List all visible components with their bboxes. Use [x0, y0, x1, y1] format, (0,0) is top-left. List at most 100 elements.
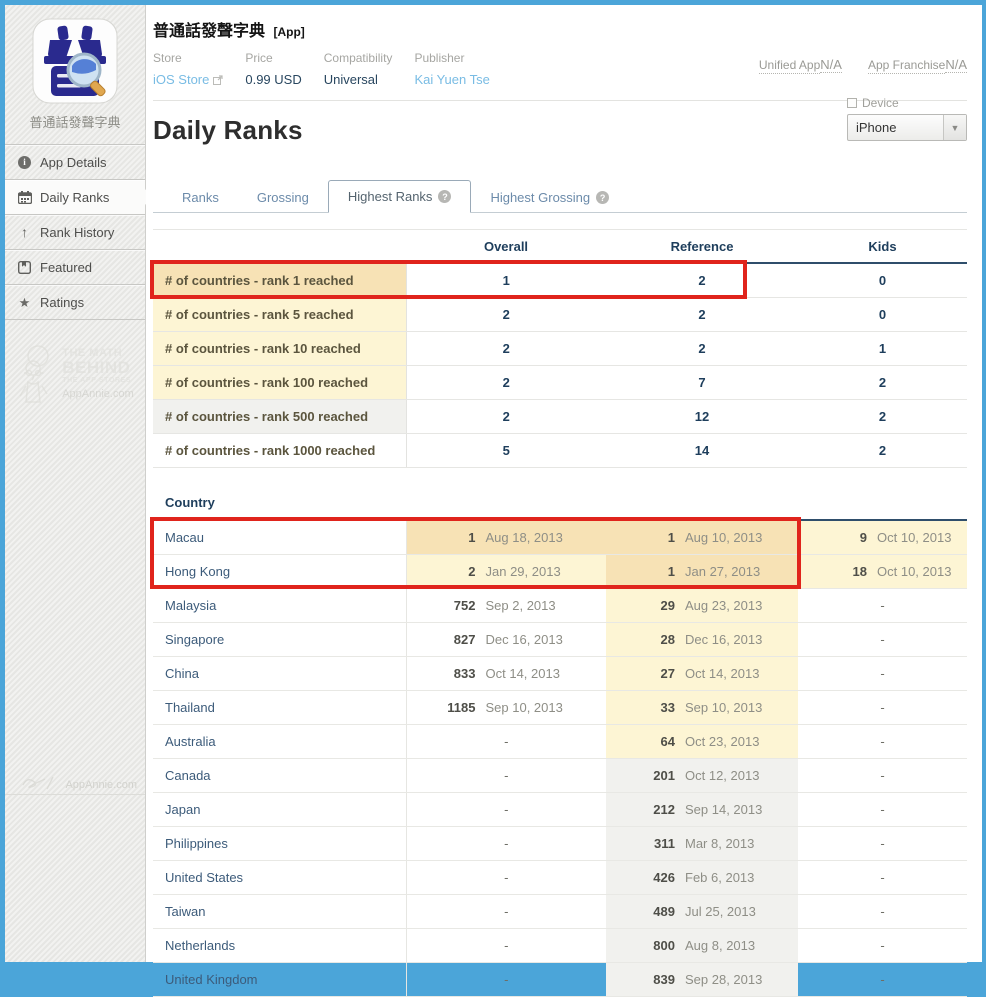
summary-value-overall: 2 [406, 332, 606, 366]
no-rank-dash: - [799, 768, 966, 783]
sidebar-item-daily-ranks[interactable]: Daily Ranks [5, 180, 145, 215]
tab-grossing[interactable]: Grossing [238, 182, 328, 213]
device-checkbox[interactable] [847, 98, 857, 108]
summary-value-kids: 2 [798, 366, 967, 400]
field-value-price: 0.99 USD [245, 72, 301, 87]
sidebar-item-rank-history[interactable]: ↑Rank History [5, 215, 145, 250]
cell-reference: 839Sep 28, 2013 [606, 963, 798, 997]
cell-kids: - [798, 691, 967, 725]
country-row: Hong Kong2Jan 29, 20131Jan 27, 201318Oct… [153, 555, 967, 589]
country-row: Australia-64Oct 23, 2013- [153, 725, 967, 759]
rank-value: 29 [615, 598, 675, 613]
country-name: Philippines [153, 827, 406, 861]
rank-value: 2 [416, 564, 476, 579]
rank-value: 752 [416, 598, 476, 613]
field-store: StoreiOS Store [153, 51, 223, 88]
cell-kids: - [798, 793, 967, 827]
external-link-icon [213, 73, 223, 88]
no-rank-dash: - [408, 836, 606, 851]
summary-row-label: # of countries - rank 1000 reached [153, 434, 406, 468]
country-name: United Kingdom [153, 963, 406, 997]
sidebar-item-label: App Details [40, 155, 106, 170]
device-filter: Device iPhone ▼ [847, 96, 967, 141]
app-window: 普通話發聲字典 iApp DetailsDaily Ranks↑Rank His… [5, 5, 981, 962]
summary-row: # of countries - rank 10 reached221 [153, 332, 967, 366]
country-name: Thailand [153, 691, 406, 725]
rank-value: 1 [416, 530, 476, 545]
tab-ranks[interactable]: Ranks [163, 182, 238, 213]
no-rank-dash: - [408, 870, 606, 885]
country-table-wrap: Macau1Aug 18, 20131Aug 10, 20139Oct 10, … [153, 521, 967, 997]
cell-overall: 1185Sep 10, 2013 [406, 691, 606, 725]
rank-tabs: RanksGrossingHighest Ranks?Highest Gross… [153, 180, 967, 213]
field-label: Unified App [759, 58, 820, 74]
no-rank-dash: - [799, 870, 966, 885]
field-app-franchise: App FranchiseN/A [868, 51, 967, 88]
sidebar-item-featured[interactable]: Featured [5, 250, 145, 285]
main-content: 普通話發聲字典 [App] StoreiOS StorePrice0.99 US… [146, 5, 982, 962]
rank-date: Jan 29, 2013 [486, 564, 561, 579]
summary-value-overall: 2 [406, 298, 606, 332]
no-rank-dash: - [799, 972, 966, 987]
no-rank-dash: - [799, 904, 966, 919]
device-select[interactable]: iPhone ▼ [847, 114, 967, 141]
cell-overall: - [406, 929, 606, 963]
field-unified-app: Unified AppN/A [759, 51, 842, 88]
summary-value-overall: 2 [406, 400, 606, 434]
summary-value-kids: 2 [798, 400, 967, 434]
cell-kids: - [798, 657, 967, 691]
field-value-publisher[interactable]: Kai Yuen Tse [414, 72, 489, 87]
rank-date: Sep 14, 2013 [685, 802, 762, 817]
field-value[interactable]: N/A [945, 57, 967, 73]
cell-reference: 311Mar 8, 2013 [606, 827, 798, 861]
field-label: Publisher [414, 51, 489, 65]
rank-date: Oct 23, 2013 [685, 734, 759, 749]
rank-value: 1 [615, 564, 675, 579]
cell-reference: 800Aug 8, 2013 [606, 929, 798, 963]
cell-kids: - [798, 759, 967, 793]
rank-date: Dec 16, 2013 [486, 632, 563, 647]
field-publisher: Publisher Kai Yuen Tse [414, 51, 489, 88]
device-selected-value: iPhone [848, 120, 943, 135]
rank-date: Sep 2, 2013 [486, 598, 556, 613]
country-name: Malaysia [153, 589, 406, 623]
rank-date: Sep 28, 2013 [685, 972, 762, 987]
country-section-header: Country [153, 482, 967, 521]
cell-reference: 201Oct 12, 2013 [606, 759, 798, 793]
no-rank-dash: - [799, 700, 966, 715]
help-icon[interactable]: ? [596, 191, 609, 204]
tab-highest-grossing[interactable]: Highest Grossing? [471, 182, 628, 213]
chevron-down-icon[interactable]: ▼ [943, 115, 966, 140]
summary-row-label: # of countries - rank 500 reached [153, 400, 406, 434]
field-value[interactable]: N/A [820, 57, 842, 73]
sidebar-item-app-details[interactable]: i App Details [5, 145, 145, 180]
country-row: Netherlands-800Aug 8, 2013- [153, 929, 967, 963]
no-rank-dash: - [408, 768, 606, 783]
cell-kids: - [798, 623, 967, 657]
appannie-watermark: THE MATH BEHIND THE APP STORES AppAnnie.… [5, 342, 145, 406]
country-name: Netherlands [153, 929, 406, 963]
help-icon[interactable]: ? [438, 190, 451, 203]
cell-kids: - [798, 929, 967, 963]
summary-row-label: # of countries - rank 100 reached [153, 366, 406, 400]
cell-kids: - [798, 963, 967, 997]
summary-value-overall: 5 [406, 434, 606, 468]
country-name: China [153, 657, 406, 691]
no-rank-dash: - [799, 734, 966, 749]
no-rank-dash: - [799, 938, 966, 953]
rank-date: Jul 25, 2013 [685, 904, 756, 919]
field-value-store[interactable]: iOS Store [153, 72, 223, 88]
app-type-badge: [App] [273, 25, 304, 39]
tab-highest-ranks[interactable]: Highest Ranks? [328, 180, 472, 213]
rank-value: 212 [615, 802, 675, 817]
summary-value-reference: 2 [606, 332, 798, 366]
watermark-site: AppAnnie.com [62, 389, 134, 401]
appannie-signature-watermark: AppAnnie.com [5, 775, 145, 795]
cell-reference: 426Feb 6, 2013 [606, 861, 798, 895]
info-icon: i [16, 156, 33, 169]
summary-row: # of countries - rank 1 reached120 [153, 263, 967, 298]
sidebar-item-ratings[interactable]: ★Ratings [5, 285, 145, 320]
rank-date: Oct 12, 2013 [685, 768, 759, 783]
cell-kids: - [798, 589, 967, 623]
app-title: 普通話發聲字典 [App] [153, 17, 967, 41]
